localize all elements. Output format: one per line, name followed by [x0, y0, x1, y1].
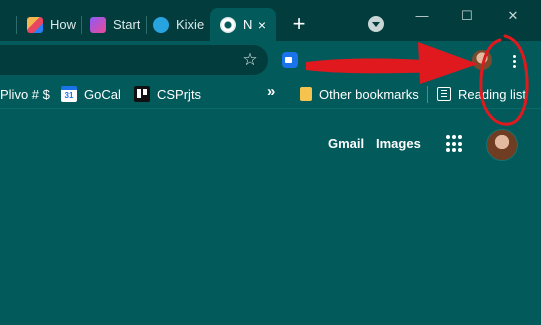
reading-list-button[interactable]: Reading list [437, 85, 526, 103]
start-app-icon [90, 16, 106, 33]
tab-start[interactable]: Start [90, 8, 148, 41]
bookmark-gocal[interactable]: 31 GoCal [61, 85, 121, 103]
apps-dot [458, 141, 462, 146]
tab-label: Kixie [176, 17, 205, 32]
gmail-link[interactable]: Gmail [328, 136, 364, 151]
profile-avatar[interactable] [472, 50, 492, 70]
tab-label: Start [113, 17, 141, 32]
tab-strip: t How Start Kixie N × + — ☐ ✕ [0, 0, 541, 41]
bookmarks-divider [427, 86, 428, 103]
apps-dot [452, 148, 456, 153]
reading-list-label: Reading list [458, 86, 526, 102]
maximize-button[interactable]: ☐ [457, 6, 477, 26]
tab-label: N [243, 17, 253, 32]
menu-dot [512, 54, 516, 58]
bookmark-label: CSPrjts [157, 86, 202, 102]
apps-dot [452, 135, 456, 139]
bookmark-csprjts[interactable]: CSPrjts [134, 85, 201, 103]
menu-dot [512, 59, 516, 63]
reading-list-icon [437, 87, 451, 101]
google-account-avatar[interactable] [486, 129, 518, 161]
apps-dot [446, 148, 450, 153]
apps-dot [452, 141, 456, 146]
tab-divider [146, 16, 147, 34]
tab-1[interactable]: t [0, 8, 16, 41]
minimize-button[interactable]: — [412, 6, 432, 26]
apps-dot [458, 135, 462, 139]
bookmark-label: Plivo # $ [0, 86, 50, 102]
close-tab-icon[interactable]: × [254, 17, 270, 33]
apps-dot [446, 141, 450, 146]
airtable-icon [27, 16, 43, 33]
bookmark-label: GoCal [84, 86, 121, 102]
close-window-button[interactable]: ✕ [503, 6, 523, 26]
folder-icon [300, 87, 312, 101]
tab-active-new-tab[interactable]: N × [210, 8, 276, 41]
tab-how[interactable]: How [27, 8, 85, 41]
images-link[interactable]: Images [376, 136, 421, 151]
chrome-icon [220, 16, 236, 33]
tab-label: How [50, 17, 77, 32]
chrome-menu-button[interactable] [507, 50, 521, 72]
bookmark-star-icon[interactable]: ☆ [241, 51, 259, 69]
tab-kixie[interactable]: Kixie [153, 8, 209, 41]
other-bookmarks-button[interactable]: Other bookmarks [300, 85, 419, 103]
other-bookmarks-label: Other bookmarks [319, 86, 419, 102]
apps-dot [446, 135, 450, 139]
google-apps-icon[interactable] [446, 135, 464, 153]
google-calendar-icon: 31 [61, 86, 77, 102]
new-tab-button[interactable]: + [288, 13, 310, 35]
zoom-extension-icon[interactable] [282, 52, 298, 68]
bookmarks-overflow-chevron-icon[interactable]: » [267, 83, 275, 100]
salesforce-icon [153, 16, 169, 33]
toolbar [0, 41, 541, 79]
bookmark-plivo[interactable]: Plivo # $ [0, 85, 50, 103]
tab-divider [81, 16, 82, 34]
address-bar[interactable] [0, 45, 268, 75]
menu-dot [512, 64, 516, 68]
trello-icon [134, 86, 150, 102]
apps-dot [458, 148, 462, 153]
tab-divider [16, 16, 17, 34]
tab-search-button[interactable] [368, 16, 384, 32]
